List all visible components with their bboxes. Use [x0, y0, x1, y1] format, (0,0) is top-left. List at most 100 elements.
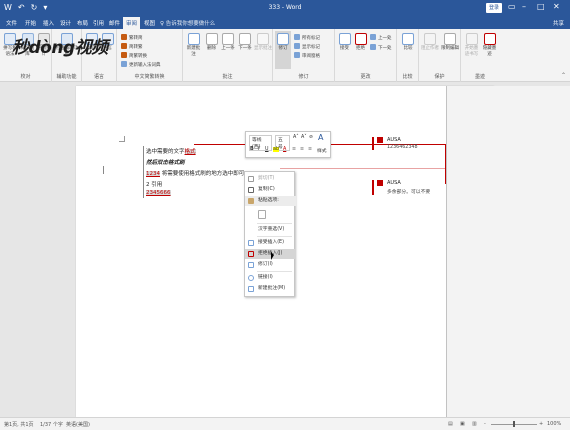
show-markup-dropdown[interactable]: 显示标记 [294, 43, 320, 50]
comment-author: AUSA [387, 180, 401, 186]
styles-button[interactable]: 样式 [317, 147, 327, 154]
zoom-level[interactable]: 100% [547, 421, 561, 427]
underline-button[interactable]: U [265, 147, 269, 152]
tab-file[interactable]: 文件 [6, 19, 17, 27]
menu-tabs: 文件 开始 插入 设计 布局 引用 邮件 审阅 视图 ♀ 告诉我你想要做什么 共… [0, 17, 570, 29]
track-changes-button[interactable]: 修订 [275, 31, 291, 69]
signin-button[interactable]: 登录 [486, 3, 502, 13]
new-comment-button[interactable]: 新建批注 [185, 33, 202, 58]
markup-divider [446, 86, 447, 417]
proofing-language[interactable]: 英语(美国) [66, 421, 90, 428]
page-count[interactable]: 第1页, 共1页 [4, 421, 34, 428]
group-changes: 接受 拒绝 上一处 下一处 更改 [335, 29, 397, 82]
tab-design[interactable]: 设计 [60, 19, 71, 27]
comment-text: 1236462348 [387, 145, 418, 150]
share-button[interactable]: 共享 [553, 19, 564, 27]
compare-button[interactable]: 比较 [400, 33, 416, 52]
start-inking-button[interactable]: 开始墨迹书写 [463, 33, 480, 58]
numbering-icon[interactable]: ≡ [300, 147, 304, 152]
comment-connector-2 [280, 168, 446, 169]
menu-item-accept-insertion[interactable]: 接受插入(E) [245, 238, 296, 248]
highlight-icon[interactable]: ab [273, 147, 279, 152]
reviewing-pane-dropdown[interactable]: 审阅窗格 [294, 52, 320, 59]
next-change-button[interactable]: 下一处 [370, 44, 392, 51]
block-authors-button[interactable]: 阻止作者 [421, 33, 439, 52]
doc-line-1[interactable]: 选中需要的文字格式 [146, 147, 196, 155]
comment-connector-vertical [445, 144, 446, 184]
doc-line-5[interactable]: 2345666 [146, 190, 171, 196]
tab-mailings[interactable]: 邮件 [109, 19, 120, 27]
ribbon-display-icon[interactable]: ▭ [508, 2, 516, 11]
previous-comment-button[interactable]: 上一条 [220, 33, 236, 52]
grow-font-icon[interactable]: A˄ [293, 135, 299, 140]
menu-separator [257, 223, 292, 224]
simp-to-trad-button[interactable]: 简转繁 [121, 43, 143, 50]
tab-home[interactable]: 开始 [25, 19, 36, 27]
print-layout-icon[interactable]: ▣ [460, 421, 465, 427]
previous-change-button[interactable]: 上一处 [370, 34, 392, 41]
bullets-icon[interactable]: ≡ [292, 147, 296, 152]
zoom-out-button[interactable]: - [484, 421, 486, 427]
show-comments-button[interactable]: 显示批注 [254, 33, 272, 52]
maximize-icon[interactable]: □ [537, 2, 545, 11]
clear-format-icon[interactable]: ⊘ [309, 135, 313, 140]
collapse-ribbon-icon[interactable]: ⌃ [561, 72, 566, 79]
doc-line-4[interactable]: 2 引用 [146, 180, 162, 188]
tab-layout[interactable]: 布局 [77, 19, 88, 27]
menu-item-reconvert[interactable]: 汉字重选(V) [245, 225, 296, 235]
tab-insert[interactable]: 插入 [43, 19, 54, 27]
tab-references[interactable]: 引用 [93, 19, 104, 27]
doc-line-2[interactable]: 然后双击格式刷 [146, 158, 185, 166]
trad-to-simp-button[interactable]: 繁转简 [121, 34, 143, 41]
accept-button[interactable]: 接受 [337, 33, 352, 52]
delete-comment-button[interactable]: 删除 [204, 33, 219, 52]
zoom-in-button[interactable]: + [539, 421, 543, 427]
comment-author: AUSA [387, 137, 401, 143]
indent-icon[interactable]: ≡ [308, 147, 312, 152]
menu-item-link[interactable]: 链接(I) [245, 273, 296, 283]
menu-item-paste-options: 粘贴选项: [245, 196, 296, 206]
word-count[interactable]: 1/37 个字 [40, 421, 63, 428]
show-comments-icon [257, 33, 269, 45]
reject-button[interactable]: 拒绝 [353, 33, 368, 52]
group-tracking: 修订 所有标记 显示标记 审阅窗格 修订 [273, 29, 335, 82]
conversion-button[interactable]: 简繁转换 [121, 52, 147, 59]
menu-item-copy[interactable]: 复制(C) [245, 185, 296, 195]
status-bar: 第1页, 共1页 1/37 个字 英语(美国) ▤ ▣ ▥ - + 100% [0, 417, 570, 430]
font-color-button[interactable]: A [283, 147, 286, 152]
paste-keep-text-only[interactable] [245, 208, 296, 221]
italic-button[interactable]: I [258, 147, 259, 152]
comment-2[interactable]: AUSA 多余部分。可以不要 [372, 180, 464, 195]
context-menu: 剪切(T) 复制(C) 粘贴选项: 汉字重选(V) 接受插入(E) 拒绝插入(J… [244, 171, 296, 297]
menu-item-cut[interactable]: 剪切(T) [245, 174, 296, 184]
menu-item-new-comment[interactable]: 新建批注(M) [245, 284, 296, 294]
hide-ink-button[interactable]: 隐藏墨迹 [481, 33, 498, 58]
web-layout-icon[interactable]: ▥ [472, 421, 477, 427]
tell-me-search[interactable]: ♀ 告诉我你想要做什么 [160, 19, 215, 27]
all-markup-dropdown[interactable]: 所有标记 [294, 34, 320, 41]
menu-separator [257, 236, 292, 237]
tab-view[interactable]: 视图 [144, 19, 155, 27]
paste-text-only-icon [258, 210, 266, 219]
doc-line-3[interactable]: 1234 将需要使用格式刷的地方选中即可 1234 [146, 169, 260, 177]
simp-trad-icon [121, 43, 127, 49]
close-icon[interactable]: ✕ [553, 2, 560, 11]
styles-icon[interactable]: A [318, 133, 323, 142]
shrink-font-icon[interactable]: A˅ [301, 135, 307, 140]
next-comment-button[interactable]: 下一条 [237, 33, 253, 52]
comment-author-avatar [377, 180, 383, 186]
mouse-cursor-icon [271, 252, 274, 260]
restrict-editing-button[interactable]: 限制编辑 [440, 33, 460, 52]
minimize-icon[interactable]: – [522, 2, 526, 11]
bold-button[interactable]: B [250, 147, 254, 152]
conversion-icon [121, 52, 127, 58]
accept-icon [248, 240, 254, 246]
zoom-slider-thumb[interactable] [513, 421, 515, 427]
comment-text: 多余部分。可以不要 [387, 190, 431, 195]
tab-review[interactable]: 审阅 [123, 17, 141, 29]
update-ime-dict-button[interactable]: 更新输入法词典 [121, 61, 161, 68]
menu-item-track-changes[interactable]: 修订(I) [245, 260, 296, 270]
scissors-icon [248, 176, 254, 182]
comment-1[interactable]: AUSA 1236462348 [372, 137, 464, 150]
read-mode-icon[interactable]: ▤ [448, 421, 453, 427]
